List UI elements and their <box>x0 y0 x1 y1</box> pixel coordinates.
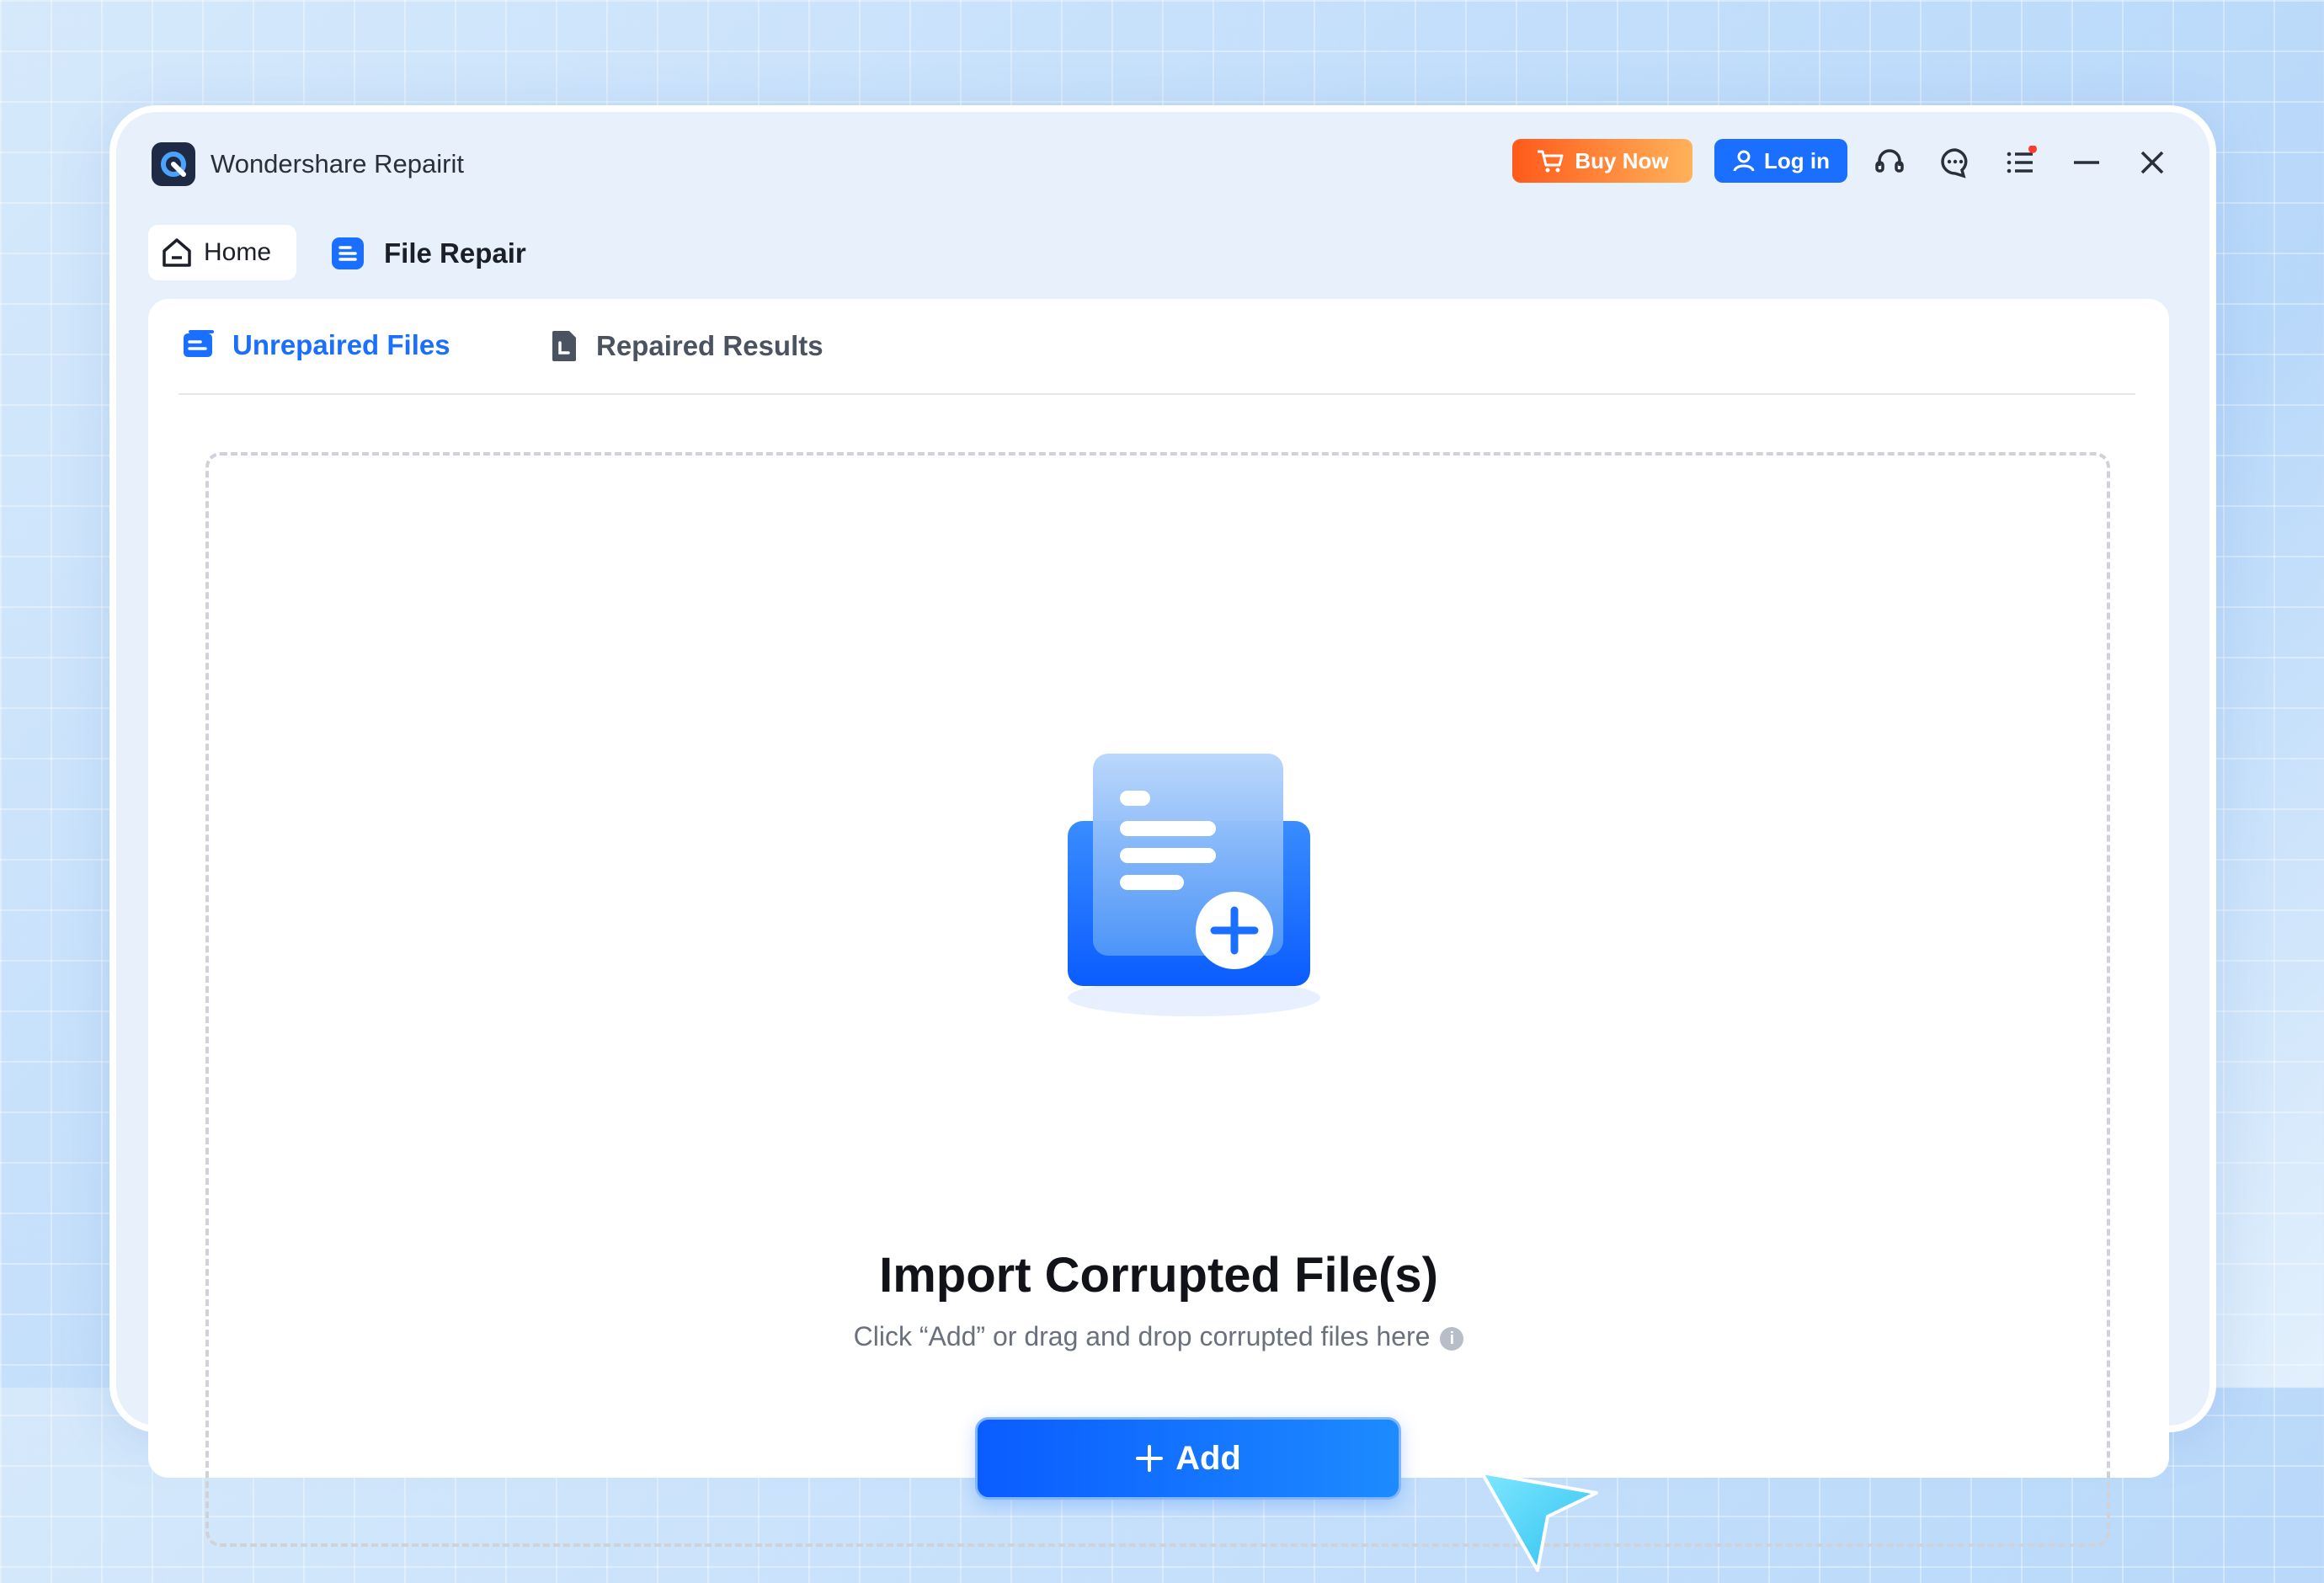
plus-icon <box>1136 1445 1164 1472</box>
repaired-results-label: Repaired Results <box>596 330 824 361</box>
repaired-results-icon <box>552 331 576 361</box>
app-logo-icon <box>152 142 195 186</box>
main-panel: Unrepaired Files Repaired Results Import… <box>148 299 2169 1572</box>
add-button[interactable]: Add <box>975 1417 1401 1500</box>
tab-file-repair[interactable]: File Repair <box>330 230 526 277</box>
info-icon[interactable]: i <box>1440 1327 1464 1351</box>
file-repair-icon <box>332 237 364 269</box>
home-tab-label: Home <box>204 238 272 266</box>
unrepaired-files-label: Unrepaired Files <box>232 329 450 360</box>
login-label: Log in <box>1764 147 1830 173</box>
close-icon[interactable] <box>2135 146 2169 179</box>
app-title: Wondershare Repairit <box>211 149 464 179</box>
headset-icon[interactable] <box>1873 146 1906 179</box>
tab-repaired-results[interactable]: Repaired Results <box>549 329 824 363</box>
import-hint-text: Click “Add” or drag and drop corrupted f… <box>853 1321 1431 1351</box>
import-title: Import Corrupted File(s) <box>879 1248 1438 1303</box>
add-button-label: Add <box>1175 1439 1241 1477</box>
import-file-icon <box>1042 754 1346 1023</box>
minimize-icon[interactable] <box>2070 146 2103 179</box>
cart-icon <box>1538 150 1564 173</box>
home-icon <box>163 238 191 267</box>
subtab-bar: Unrepaired Files Repaired Results <box>179 299 2135 395</box>
menu-icon[interactable] <box>2004 146 2038 179</box>
tab-home[interactable]: Home <box>148 225 296 280</box>
buy-now-label: Buy Now <box>1575 147 1669 173</box>
import-hint: Click “Add” or drag and drop corrupted f… <box>148 1321 2169 1352</box>
title-bar: Wondershare Repairit Buy Now Log in <box>116 112 2209 213</box>
chat-icon[interactable] <box>1938 146 1972 179</box>
unrepaired-files-icon <box>184 330 214 357</box>
login-button[interactable]: Log in <box>1714 139 1847 183</box>
pointer-cursor-icon <box>1479 1469 1605 1579</box>
app-window: Wondershare Repairit Buy Now Log in Home… <box>109 105 2216 1572</box>
file-repair-label: File Repair <box>384 237 526 269</box>
user-icon <box>1733 150 1755 172</box>
tab-unrepaired-files[interactable]: Unrepaired Files <box>182 329 450 361</box>
buy-now-button[interactable]: Buy Now <box>1512 139 1692 183</box>
